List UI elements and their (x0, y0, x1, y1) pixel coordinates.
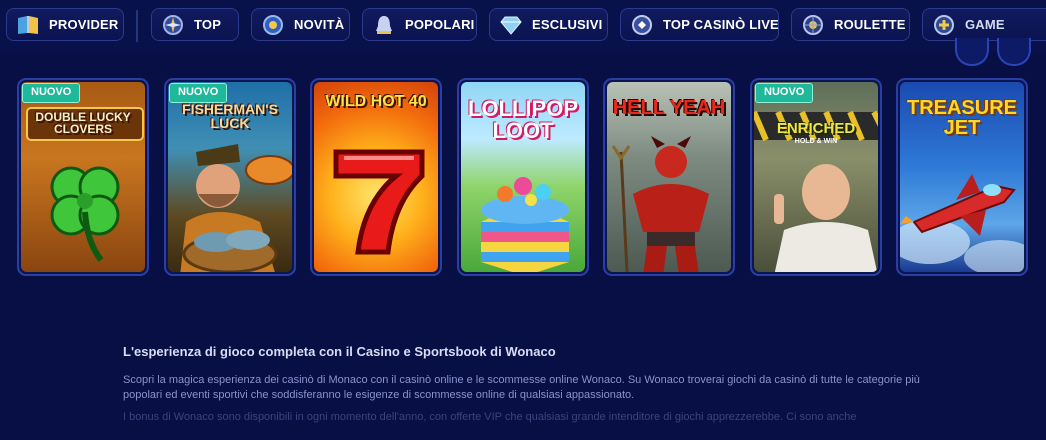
game-title: ENRICHED (776, 120, 856, 137)
scientist-icon (754, 110, 878, 272)
game-thumbnail: DOUBLE LUCKY CLOVERS (21, 82, 145, 272)
compass-icon (162, 14, 184, 36)
game-title: DOUBLE LUCKY CLOVERS (35, 110, 131, 136)
nav-game[interactable]: GAME (922, 8, 1046, 41)
seo-paragraph: Scopri la magica esperienza dei casinò d… (123, 374, 920, 401)
carousel-prev-button[interactable] (955, 38, 989, 66)
game-title: LOLLIPOP LOOT (468, 96, 578, 143)
nav-top-casino-live[interactable]: TOP CASINÒ LIVE (620, 8, 779, 41)
nav-label: GAME (965, 17, 1005, 32)
game-thumbnail: LOLLIPOP LOOT (461, 82, 585, 272)
seo-text-block: L'esperienza di gioco completa con il Ca… (123, 344, 923, 425)
game-card-treasure-jet[interactable]: TREASURE JET (896, 78, 1028, 276)
category-nav: PROVIDER TOP NOVITÀ POPOLARI ESCLUSIVI T… (0, 0, 1046, 52)
game-card-hell-yeah[interactable]: HELL YEAH (603, 78, 735, 276)
game-title: WILD HOT 40 (325, 93, 427, 110)
nav-label: NOVITÀ (294, 17, 345, 32)
nav-label: ESCLUSIVI (532, 17, 603, 32)
game-card-lollipop-loot[interactable]: LOLLIPOP LOOT (457, 78, 589, 276)
game-thumbnail: ENRICHED HOLD & WIN (754, 82, 878, 272)
nav-popolari[interactable]: POPOLARI (362, 8, 477, 41)
game-thumbnail: WILD HOT 40 (314, 82, 438, 272)
game-thumbnail: FISHERMAN'S LUCK (168, 82, 292, 272)
gamepad-icon (933, 14, 955, 36)
bell-icon (373, 14, 395, 36)
nav-label: TOP (194, 17, 222, 32)
nav-label: ROULETTE (834, 17, 906, 32)
nav-provider[interactable]: PROVIDER (6, 8, 124, 41)
game-subtitle: HOLD & WIN (794, 138, 838, 145)
book-icon (17, 14, 39, 36)
game-title: TREASURE JET (906, 97, 1017, 139)
seven-icon (333, 149, 425, 255)
game-card-wild-hot-40[interactable]: WILD HOT 40 (310, 78, 442, 276)
nav-label: TOP CASINÒ LIVE (663, 17, 779, 32)
game-title: HELL YEAH (612, 97, 726, 119)
new-badge: NUOVO (169, 83, 228, 103)
carousel-next-button[interactable] (997, 38, 1031, 66)
nav-top[interactable]: TOP (151, 8, 239, 41)
nav-novita[interactable]: NOVITÀ (251, 8, 350, 41)
nav-label: PROVIDER (49, 17, 119, 32)
game-card-fishermans-luck[interactable]: FISHERMAN'S LUCK NUOVO (164, 78, 296, 276)
nav-separator (136, 10, 138, 42)
nav-label: POPOLARI (405, 17, 475, 32)
nav-roulette[interactable]: ROULETTE (791, 8, 910, 41)
game-card-enriched[interactable]: ENRICHED HOLD & WIN NUOVO (750, 78, 882, 276)
diamond-icon (500, 14, 522, 36)
live-icon (631, 14, 653, 36)
game-thumbnail: HELL YEAH (607, 82, 731, 272)
game-thumbnail: TREASURE JET (900, 82, 1024, 272)
new-icon (262, 14, 284, 36)
new-badge: NUOVO (755, 83, 814, 103)
seo-paragraph-faded: I bonus di Wonaco sono disponibili in og… (123, 411, 857, 423)
nav-esclusivi[interactable]: ESCLUSIVI (489, 8, 608, 41)
game-card-double-lucky-clovers[interactable]: DOUBLE LUCKY CLOVERS NUOVO (17, 78, 149, 276)
roulette-icon (802, 14, 824, 36)
game-title: FISHERMAN'S LUCK (182, 101, 278, 131)
seo-heading: L'esperienza di gioco completa con il Ca… (123, 344, 556, 359)
new-badge: NUOVO (22, 83, 81, 103)
